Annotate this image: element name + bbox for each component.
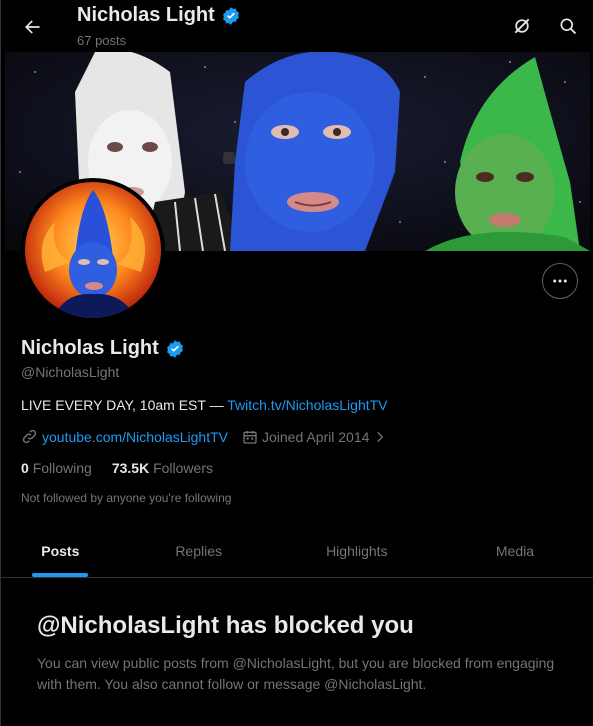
- more-options-button[interactable]: [542, 263, 578, 299]
- chevron-right-icon: [377, 431, 384, 442]
- tab-replies[interactable]: Replies: [120, 525, 278, 577]
- tab-media[interactable]: Media: [436, 525, 593, 577]
- website-item: youtube.com/NicholasLightTV: [21, 428, 228, 445]
- website-link[interactable]: youtube.com/NicholasLightTV: [42, 429, 228, 445]
- follow-stats: 0 Following 73.5K Followers: [21, 460, 213, 476]
- bio-link[interactable]: Twitch.tv/NicholasLightTV: [227, 397, 387, 413]
- blocked-title: @NicholasLight has blocked you: [37, 612, 414, 639]
- posts-count: 67 posts: [77, 33, 127, 48]
- back-arrow-icon: [25, 20, 40, 34]
- tab-label: Posts: [41, 543, 80, 559]
- followers-count: 73.5K: [111, 460, 150, 476]
- grok-icon: [514, 18, 530, 34]
- tab-highlights[interactable]: Highlights: [278, 525, 436, 577]
- grok-button[interactable]: [508, 12, 536, 40]
- profile-name-text: Nicholas Light: [21, 337, 159, 359]
- not-followed-notice: Not followed by anyone you're following: [21, 491, 232, 505]
- blocked-message: You can view public posts from @Nicholas…: [37, 655, 555, 692]
- following-label: Following: [32, 460, 92, 476]
- profile-name: Nicholas Light: [21, 337, 185, 360]
- header-name: Nicholas Light: [77, 4, 215, 26]
- more-dots-icon: [553, 279, 567, 283]
- avatar[interactable]: [21, 178, 165, 322]
- tab-label: Replies: [175, 543, 223, 559]
- following-count: 0: [21, 460, 29, 476]
- top-bar: Nicholas Light 67 posts: [1, 0, 593, 52]
- followers-label: Followers: [153, 460, 213, 476]
- tab-label: Media: [495, 543, 535, 559]
- joined-date: Joined April 2014: [262, 428, 370, 445]
- profile-bio: LIVE EVERY DAY, 10am EST — Twitch.tv/Nic…: [21, 397, 388, 413]
- profile-page: Nicholas Light 67 posts Nicholas Light @…: [0, 0, 593, 726]
- profile-meta: youtube.com/NicholasLightTV Joined April…: [21, 428, 401, 445]
- profile-tabs: Posts Replies Highlights Media: [1, 525, 593, 578]
- tab-posts[interactable]: Posts: [1, 525, 120, 577]
- search-button[interactable]: [554, 12, 582, 40]
- search-icon: [560, 18, 577, 35]
- joined-item[interactable]: Joined April 2014: [242, 429, 387, 445]
- tab-label: Highlights: [326, 543, 388, 559]
- active-tab-indicator: [32, 573, 89, 577]
- verified-badge-icon: [222, 6, 239, 25]
- bio-text: LIVE EVERY DAY, 10am EST —: [21, 397, 228, 413]
- link-icon: [22, 429, 37, 444]
- avatar-image: [25, 182, 161, 318]
- verified-badge-icon[interactable]: [165, 339, 185, 359]
- back-button[interactable]: [15, 10, 49, 44]
- header-title: Nicholas Light: [77, 4, 241, 27]
- followers-link[interactable]: 73.5K Followers: [112, 460, 213, 476]
- following-link[interactable]: 0 Following: [21, 460, 92, 476]
- profile-handle: @NicholasLight: [21, 364, 120, 380]
- calendar-icon: [243, 430, 257, 444]
